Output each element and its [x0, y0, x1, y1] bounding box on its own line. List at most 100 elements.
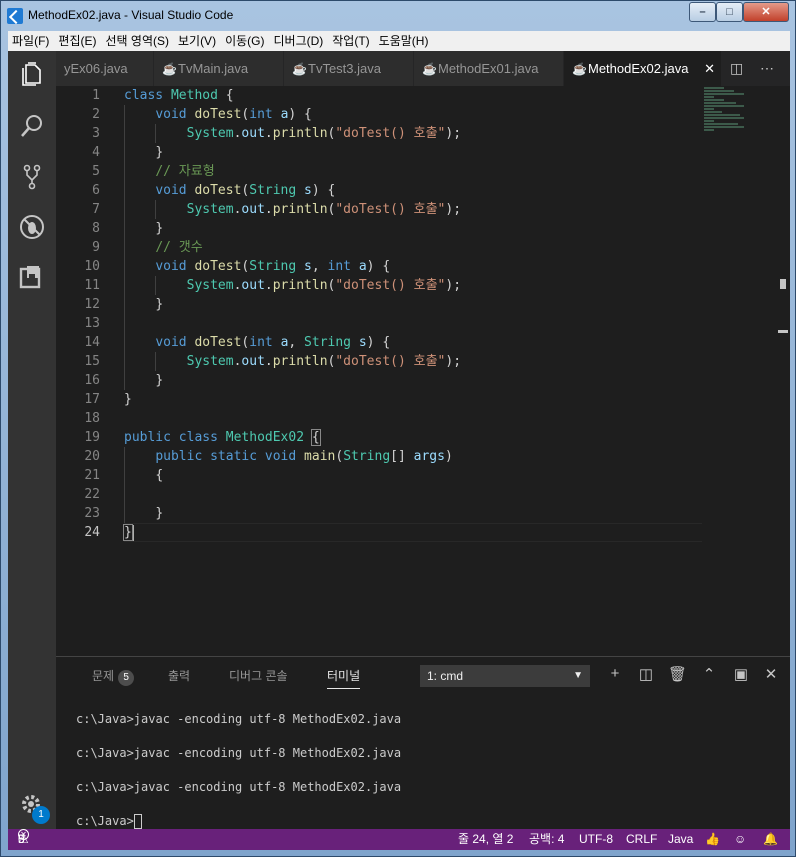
code-line: System.out.println("doTest() 호출"); — [186, 126, 462, 141]
smiley-feedback-icon[interactable]: ☺ — [734, 829, 746, 850]
menu-selection[interactable]: 선택 영역(S) — [101, 31, 169, 51]
split-terminal-icon[interactable]: ◫ — [637, 665, 655, 683]
tab-yex06[interactable]: yEx06.java — [56, 51, 154, 86]
java-file-icon: ☕ — [422, 62, 437, 76]
code-line: // 자료형 — [155, 164, 215, 179]
line-number: 16 — [84, 373, 100, 388]
line-number: 2 — [92, 107, 100, 122]
code-line: void doTest(String s) { — [155, 183, 336, 198]
more-actions-icon[interactable]: ⋯ — [760, 60, 774, 77]
line-number: 15 — [84, 354, 100, 369]
tab-methodex02[interactable]: ☕MethodEx02.java ✕ — [564, 51, 722, 86]
terminal-select-dropdown[interactable]: 1: cmd ▼ — [420, 665, 590, 687]
code-line: public class MethodEx02 { — [124, 429, 321, 446]
code-line: } — [123, 524, 134, 541]
thumbs-up-icon[interactable]: 👍 — [705, 829, 720, 850]
activity-bar: 1 — [8, 51, 56, 829]
source-control-icon[interactable] — [18, 163, 46, 191]
minimap[interactable] — [704, 86, 764, 146]
bell-icon[interactable]: 🔔 — [763, 829, 778, 850]
terminal-output[interactable]: c:\Java>javac -encoding utf-8 MethodEx02… — [76, 707, 776, 843]
code-line: } — [155, 506, 164, 521]
code-line: System.out.println("doTest() 호출"); — [186, 202, 462, 217]
tab-methodex01[interactable]: ☕MethodEx01.java — [414, 51, 564, 86]
line-number: 24 — [84, 525, 100, 540]
menu-go[interactable]: 이동(G) — [221, 31, 264, 51]
tab-tvmain[interactable]: ☕TvMain.java — [154, 51, 284, 86]
problems-count-badge: 5 — [118, 670, 135, 686]
files-icon[interactable] — [18, 61, 46, 89]
eol-status[interactable]: CRLF — [626, 829, 657, 850]
tab-debug-console[interactable]: 디버그 콘솔 — [229, 667, 288, 684]
menu-file[interactable]: 파일(F) — [8, 31, 49, 51]
code-line: // 갯수 — [155, 240, 203, 255]
language-mode[interactable]: Java — [668, 829, 693, 850]
tab-tvtest3[interactable]: ☕TvTest3.java — [284, 51, 414, 86]
tab-label: MethodEx02.java — [588, 61, 689, 76]
minimize-button[interactable]: – — [689, 2, 716, 22]
line-number: 10 — [84, 259, 100, 274]
tab-problems[interactable]: 문제 5 — [92, 667, 135, 686]
trash-icon[interactable]: 🗑 — [668, 665, 687, 683]
code-line: class Method { — [124, 88, 234, 103]
split-editor-icon[interactable]: ◫ — [730, 60, 743, 77]
line-number: 21 — [84, 468, 100, 483]
tab-output[interactable]: 출력 — [168, 667, 190, 684]
line-number: 9 — [92, 240, 100, 255]
line-number: 12 — [84, 297, 100, 312]
java-file-icon: ☕ — [162, 62, 177, 76]
toggle-panel-icon[interactable]: ▣ — [732, 665, 750, 683]
status-bar: ✕ 0 ⚠ 5 줄 24, 열 2 공백: 4 UTF-8 CRLF Java … — [8, 829, 790, 850]
vscode-logo-icon — [7, 8, 23, 24]
line-number: 3 — [92, 126, 100, 141]
code-line: System.out.println("doTest() 호출"); — [186, 354, 462, 369]
menu-edit[interactable]: 편집(E) — [54, 31, 96, 51]
extensions-icon[interactable] — [18, 263, 46, 291]
notification-badge: 1 — [32, 806, 50, 824]
code-line: void doTest(int a) { — [155, 107, 312, 122]
editor-tabs: yEx06.java ☕TvMain.java ☕TvTest3.java ☕M… — [56, 51, 790, 86]
terminal-line: c:\Java>javac -encoding utf-8 MethodEx02… — [76, 712, 402, 726]
menu-debug[interactable]: 디버그(D) — [269, 31, 323, 51]
search-icon[interactable] — [18, 112, 46, 140]
close-tab-icon[interactable]: ✕ — [704, 51, 715, 86]
tab-label: TvTest3.java — [308, 61, 381, 76]
terminal-cursor — [133, 814, 142, 829]
code-editor[interactable]: 1 2 3 4 5 6 7 8 9 10 11 12 13 14 15 16 17 18 19 20 21 22 23 24 … — [56, 86, 790, 656]
tab-label: MethodEx01.java — [438, 61, 539, 76]
encoding-status[interactable]: UTF-8 — [579, 829, 613, 850]
terminal-line: c:\Java>javac -encoding utf-8 MethodEx02… — [76, 746, 402, 760]
vscode-workbench: 1 yEx06.java ☕TvMain.java ☕TvTest3.java … — [8, 51, 790, 850]
code-line: } — [155, 373, 164, 388]
scrollbar-cursor-marker — [778, 330, 788, 333]
cursor-position[interactable]: 줄 24, 열 2 — [458, 829, 513, 850]
scrollbar-marker — [780, 279, 786, 289]
close-panel-icon[interactable]: ✕ — [762, 665, 780, 683]
menu-tasks[interactable]: 작업(T) — [328, 31, 369, 51]
window: MethodEx02.java - Visual Studio Code – □… — [0, 0, 796, 857]
debug-icon[interactable] — [18, 213, 46, 241]
menu-view[interactable]: 보기(V) — [174, 31, 216, 51]
vertical-scrollbar[interactable] — [776, 86, 790, 656]
menu-help[interactable]: 도움말(H) — [375, 31, 429, 51]
indentation-status[interactable]: 공백: 4 — [529, 829, 564, 850]
code-line: } — [155, 145, 164, 160]
chevron-down-icon: ▼ — [573, 670, 583, 681]
code-line: } — [155, 221, 164, 236]
tab-terminal[interactable]: 터미널 — [327, 667, 361, 689]
line-number: 13 — [84, 316, 100, 331]
new-terminal-plus-icon[interactable]: + — [606, 665, 624, 682]
title-bar: MethodEx02.java - Visual Studio Code – □… — [1, 1, 795, 31]
code-line: } — [155, 297, 164, 312]
close-window-button[interactable]: ✕ — [743, 2, 789, 22]
maximize-button[interactable]: □ — [716, 2, 743, 22]
code-line: { — [155, 468, 164, 483]
code-line: System.out.println("doTest() 호출"); — [186, 278, 462, 293]
terminal-line: c:\Java>javac -encoding utf-8 MethodEx02… — [76, 780, 402, 794]
chevron-up-icon[interactable]: ⌃ — [700, 665, 718, 683]
line-number: 7 — [92, 202, 100, 217]
terminal-prompt: c:\Java> — [76, 814, 134, 828]
line-number: 1 — [92, 88, 100, 103]
